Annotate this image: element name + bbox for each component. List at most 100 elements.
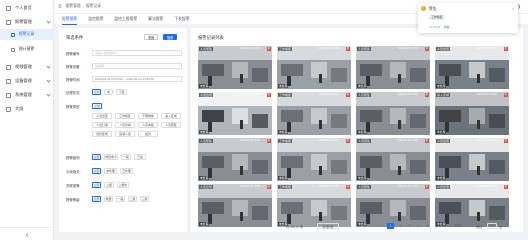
filter-chip[interactable]: 全部 bbox=[92, 154, 101, 160]
device-select[interactable]: 请选择 bbox=[92, 63, 182, 69]
collapse-button[interactable]: ‹ bbox=[0, 227, 54, 240]
next-page-button[interactable]: › bbox=[467, 223, 472, 229]
filter-chip[interactable]: 人员打闹 bbox=[92, 122, 112, 128]
alarm-type-tag: 人员聚集 bbox=[357, 185, 372, 189]
camera-snapshot bbox=[277, 138, 351, 181]
toast-view-link[interactable]: 查看 bbox=[444, 25, 450, 29]
tab-algorithm[interactable]: 算法报警 bbox=[148, 14, 163, 25]
alarm-card[interactable]: 人员出现 2020-06-03 15:55 新未处理 bbox=[435, 46, 509, 89]
sidebar-item-video[interactable]: 视频管理 bbox=[0, 61, 54, 73]
filter-chip[interactable]: 全部 bbox=[92, 196, 101, 202]
filter-chip[interactable]: 危险区域 bbox=[92, 131, 112, 137]
breadcrumb-item[interactable]: 报警管理 bbox=[66, 4, 81, 9]
filter-chip[interactable]: 上报 bbox=[104, 182, 114, 188]
page-5[interactable]: 5 bbox=[424, 223, 431, 229]
filter-chip[interactable]: 工作着装 bbox=[115, 113, 135, 119]
sidebar-item-alarm[interactable]: 报警管理 bbox=[0, 16, 54, 28]
alarm-card[interactable]: 人员聚集 2020-06-03 15:55 新未处理 bbox=[356, 46, 430, 89]
alarm-card[interactable]: 人员聚集 2020-06-03 15:55 新未处理 bbox=[356, 92, 430, 135]
status-label: 未处理 bbox=[357, 84, 368, 88]
page-2[interactable]: 2 bbox=[397, 223, 404, 229]
sidebar-item-device[interactable]: 设备管理 bbox=[0, 75, 54, 87]
filter-chip[interactable]: 人员离岗 bbox=[115, 122, 135, 128]
alarm-timestamp: 2020-06-03 15:55 bbox=[476, 185, 497, 188]
filter-chip[interactable]: 全部 bbox=[92, 103, 102, 109]
alarm-card[interactable]: 工作着装 2020-06-03 15:55 新未处理 bbox=[277, 46, 351, 89]
alarm-id-input[interactable]: 请输入报警编号 bbox=[92, 50, 182, 56]
alarm-type-tag: 人员出现 bbox=[436, 185, 451, 189]
filter-chip[interactable]: 下发 bbox=[116, 89, 127, 95]
alarm-card[interactable]: 人员出现 2020-06-03 15:55 新未处理 bbox=[435, 184, 509, 227]
sidebar-item-home[interactable]: 个人首页 bbox=[0, 2, 54, 14]
filter-chip[interactable]: 一般 bbox=[116, 196, 125, 202]
alarm-card[interactable]: 人员聚集 2020-06-03 15:55 新未处理 bbox=[356, 138, 430, 181]
filter-chip[interactable]: 一般 bbox=[121, 154, 131, 160]
filter-chip[interactable]: 人员聚集 bbox=[161, 122, 181, 128]
prev-page-button[interactable]: ‹ bbox=[379, 223, 384, 229]
filter-chip[interactable]: 特别重大 bbox=[104, 154, 118, 160]
page-1[interactable]: 1 bbox=[387, 223, 394, 229]
tab-monitor-report[interactable]: 监控上报报警 bbox=[114, 14, 137, 25]
alarm-card[interactable]: 工作着装 2020-06-03 15:55 新未处理 bbox=[277, 92, 351, 135]
filter-chip[interactable]: 超员 bbox=[138, 131, 158, 137]
filter-title: 筛选条件 bbox=[66, 35, 84, 40]
alarm-card[interactable]: 人员出现 2020-06-03 15:55 新未处理 bbox=[435, 138, 509, 181]
filter-chip[interactable]: 全部 bbox=[92, 182, 101, 188]
reset-button[interactable]: 重置 bbox=[144, 34, 158, 40]
alarm-card[interactable]: 禁入区域 2020-06-03 15:55 新未处理 bbox=[435, 92, 509, 135]
alarm-card[interactable]: 人员聚集 2020-06-03 15:55 新未处理 bbox=[198, 138, 272, 181]
filter-chip[interactable]: 区域入侵 bbox=[115, 131, 135, 137]
alarm-card[interactable]: 人员出现 2020-06-03 15:55 新未处理 bbox=[198, 92, 272, 135]
page-3[interactable]: 3 bbox=[406, 223, 413, 229]
camera-snapshot bbox=[435, 184, 509, 227]
alarm-card[interactable]: 人员出现 2020-06-03 15:55 新未处理 bbox=[198, 184, 272, 227]
page-size-select[interactable]: 20条/页 bbox=[317, 223, 339, 229]
new-badge: 新 bbox=[424, 93, 429, 97]
tab-dispatch[interactable]: 下发报警 bbox=[174, 14, 189, 25]
alarm-timestamp: 2020-06-03 15:55 bbox=[239, 93, 260, 96]
alarm-card[interactable]: 工作着装 2020-06-03 15:55 新未处理 bbox=[277, 184, 351, 227]
filter-chip[interactable]: 已处理 bbox=[120, 168, 133, 174]
filter-chip[interactable]: 未处理 bbox=[104, 168, 117, 174]
sidebar-sub-alarm-record[interactable]: 报警记录 bbox=[0, 29, 54, 40]
sidebar-item-label: 设备管理 bbox=[15, 78, 32, 83]
filter-chip[interactable]: 未 bbox=[104, 89, 113, 95]
filter-chip[interactable]: 禁入区域 bbox=[161, 113, 181, 119]
alarm-type-tag: 禁入区域 bbox=[436, 93, 451, 97]
sidebar-item-system[interactable]: 系统管理 bbox=[0, 89, 54, 101]
filter-chip[interactable]: 上报中 bbox=[117, 182, 129, 188]
filter-chip[interactable]: 重要 bbox=[104, 196, 113, 202]
camera-snapshot bbox=[277, 184, 351, 227]
chevron-icon bbox=[46, 78, 51, 83]
filter-chip[interactable]: 人员出现 bbox=[92, 113, 112, 119]
tab-monitor[interactable]: 监控报警 bbox=[88, 14, 103, 25]
alarm-type-tag: 工作着装 bbox=[278, 139, 293, 143]
alarm-card[interactable]: 人员聚集 2020-06-03 15:55 新未处理 bbox=[198, 46, 272, 89]
filter-chip[interactable]: 全部 bbox=[92, 89, 101, 95]
close-icon[interactable]: × bbox=[512, 6, 514, 11]
page-ellipsis[interactable]: ... bbox=[442, 223, 449, 229]
tab-alarm[interactable]: 报警报警 bbox=[62, 14, 78, 25]
page-last[interactable]: 2012 bbox=[451, 223, 465, 229]
alarm-type-tag: 人员聚集 bbox=[357, 139, 372, 143]
sidebar-sub-stat[interactable]: 统计报警 bbox=[0, 44, 54, 55]
alarm-card[interactable]: 人员聚集 2020-06-03 15:55 新未处理 bbox=[356, 184, 430, 227]
sidebar-item-screen[interactable]: 大屏 bbox=[0, 103, 54, 115]
alarm-type-tag: 人员出现 bbox=[199, 185, 214, 189]
page-4[interactable]: 4 bbox=[415, 223, 422, 229]
filter-chip[interactable]: 人员未戴 bbox=[138, 122, 158, 128]
filter-chip[interactable]: 三级 bbox=[140, 196, 149, 202]
menu-icon[interactable]: ≡ bbox=[58, 4, 62, 10]
sidebar-item-label: 大屏 bbox=[15, 106, 24, 111]
goto-input[interactable]: 1 bbox=[487, 223, 497, 229]
filter-chip[interactable]: 全部 bbox=[92, 168, 101, 174]
search-button[interactable]: 搜索 bbox=[163, 34, 177, 40]
page-6[interactable]: 6 bbox=[433, 223, 440, 229]
alarm-card[interactable]: 工作着装 2020-06-03 15:55 新未处理 bbox=[277, 138, 351, 181]
filter-chip[interactable]: 二级 bbox=[128, 196, 137, 202]
status-label: 未处理 bbox=[436, 176, 447, 180]
filter-chip[interactable]: 不明物体 bbox=[138, 113, 158, 119]
filter-chip[interactable]: 已读 bbox=[134, 154, 146, 160]
sidebar-item-label: 个人首页 bbox=[15, 5, 32, 10]
time-range-input[interactable]: 2020-06-03 00:00:00 ~ 2020-06-03 23:59:5… bbox=[92, 76, 182, 82]
